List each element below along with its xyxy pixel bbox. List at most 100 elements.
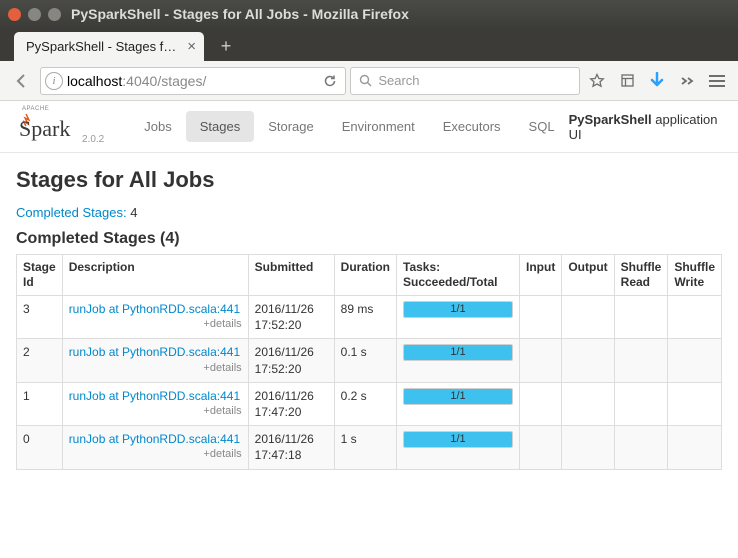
cell-submitted: 2016/11/26 17:52:20 [248,339,334,382]
cell-stage-id: 2 [17,339,63,382]
url-text: localhost:4040/stages/ [67,73,319,89]
cell-submitted: 2016/11/26 17:47:20 [248,382,334,425]
col-shuffle-read[interactable]: Shuffle Read [614,255,668,296]
new-tab-button[interactable]: + [214,34,238,58]
spark-logo-mark: APACHE Spark [16,108,76,142]
back-arrow-icon [14,73,30,89]
cell-stage-id: 3 [17,296,63,339]
cell-submitted: 2016/11/26 17:52:20 [248,296,334,339]
page-content: Stages for All Jobs Completed Stages: 4 … [0,153,738,484]
cell-output [562,296,614,339]
details-toggle[interactable]: +details [203,447,241,462]
bookmark-star-icon[interactable] [584,68,610,94]
cell-input [520,296,562,339]
completed-stages-link[interactable]: Completed Stages: [16,205,127,220]
cell-input [520,426,562,469]
tab-environment[interactable]: Environment [328,111,429,142]
section-title: Completed Stages (4) [16,230,722,248]
cell-input [520,339,562,382]
col-description[interactable]: Description [62,255,248,296]
hamburger-icon [709,75,725,87]
tab-close-icon[interactable]: × [187,38,196,55]
table-row: 0runJob at PythonRDD.scala:441+details20… [17,426,722,469]
window-close-button[interactable] [8,8,21,21]
downloads-icon[interactable] [644,68,670,94]
table-header-row: Stage Id Description Submitted Duration … [17,255,722,296]
cell-tasks: 1/1 [397,426,520,469]
tab-stages[interactable]: Stages [186,111,254,142]
cell-stage-id: 0 [17,426,63,469]
task-progress-text: 1/1 [404,345,512,360]
reload-icon[interactable] [319,74,341,88]
table-row: 3runJob at PythonRDD.scala:441+details20… [17,296,722,339]
cell-duration: 0.1 s [334,339,396,382]
spark-navbar: APACHE Spark 2.0.2 Jobs Stages Storage E… [0,101,738,153]
app-name: PySparkShell [569,112,652,127]
cell-duration: 1 s [334,426,396,469]
details-toggle[interactable]: +details [203,404,241,419]
cell-output [562,339,614,382]
cell-shuffle-write [668,382,722,425]
browser-tab-label: PySparkShell - Stages f… [26,39,181,54]
window-maximize-button[interactable] [48,8,61,21]
cell-description: runJob at PythonRDD.scala:441+details [62,296,248,339]
task-progress-bar: 1/1 [403,431,513,448]
tab-jobs[interactable]: Jobs [130,111,185,142]
stage-description-link[interactable]: runJob at PythonRDD.scala:441 [69,345,240,359]
col-duration[interactable]: Duration [334,255,396,296]
cell-duration: 0.2 s [334,382,396,425]
tab-executors[interactable]: Executors [429,111,515,142]
cell-stage-id: 1 [17,382,63,425]
col-submitted[interactable]: Submitted [248,255,334,296]
page-title: Stages for All Jobs [16,167,722,193]
table-row: 2 runJob at PythonRDD.scala:441 +details 20… [17,339,722,382]
stage-description-link[interactable]: runJob at PythonRDD.scala:441 [69,432,240,446]
app-name-label: PySparkShell application UI [569,112,722,142]
table-row: 1 runJob at PythonRDD.scala:441+details 20… [17,382,722,425]
tab-sql[interactable]: SQL [515,111,569,142]
task-progress-text: 1/1 [404,302,512,317]
cell-description: runJob at PythonRDD.scala:441+details [62,426,248,469]
url-field[interactable]: i localhost:4040/stages/ [40,67,346,95]
menu-button[interactable] [704,68,730,94]
spark-nav-tabs: Jobs Stages Storage Environment Executor… [130,111,568,142]
library-icon[interactable] [614,68,640,94]
site-info-icon[interactable]: i [45,72,63,90]
back-button[interactable] [8,67,36,95]
overflow-icon[interactable] [674,68,700,94]
url-port: :4040 [122,73,157,89]
search-field[interactable]: Search [350,67,580,95]
stage-description-link[interactable]: runJob at PythonRDD.scala:441 [69,389,240,403]
window-title: PySparkShell - Stages for All Jobs - Moz… [71,6,409,22]
details-toggle[interactable]: +details [203,317,241,332]
cell-tasks: 1/1 [397,382,520,425]
col-tasks[interactable]: Tasks: Succeeded/Total [397,255,520,296]
url-host: localhost [67,73,122,89]
cell-description: runJob at PythonRDD.scala:441 +details [62,339,248,382]
col-output[interactable]: Output [562,255,614,296]
cell-shuffle-write [668,426,722,469]
cell-input [520,382,562,425]
stage-description-link[interactable]: runJob at PythonRDD.scala:441 [69,302,240,316]
task-progress-bar: 1/1 [403,344,513,361]
window-minimize-button[interactable] [28,8,41,21]
tab-storage[interactable]: Storage [254,111,328,142]
summary-line: Completed Stages: 4 [16,205,722,220]
col-shuffle-write[interactable]: Shuffle Write [668,255,722,296]
col-stage-id[interactable]: Stage Id [17,255,63,296]
task-progress-bar: 1/1 [403,388,513,405]
cell-shuffle-read [614,426,668,469]
cell-shuffle-read [614,339,668,382]
cell-shuffle-read [614,382,668,425]
browser-toolbar: i localhost:4040/stages/ Search [0,61,738,101]
cell-duration: 89 ms [334,296,396,339]
cell-submitted: 2016/11/26 17:47:18 [248,426,334,469]
spark-logo[interactable]: APACHE Spark 2.0.2 [16,108,104,145]
reload-arrow-icon [323,74,337,88]
details-toggle[interactable]: +details [203,361,241,376]
search-icon [359,74,372,87]
col-input[interactable]: Input [520,255,562,296]
stages-table: Stage Id Description Submitted Duration … [16,254,722,470]
browser-tab[interactable]: PySparkShell - Stages f… × [14,32,204,61]
window-buttons [8,8,61,21]
